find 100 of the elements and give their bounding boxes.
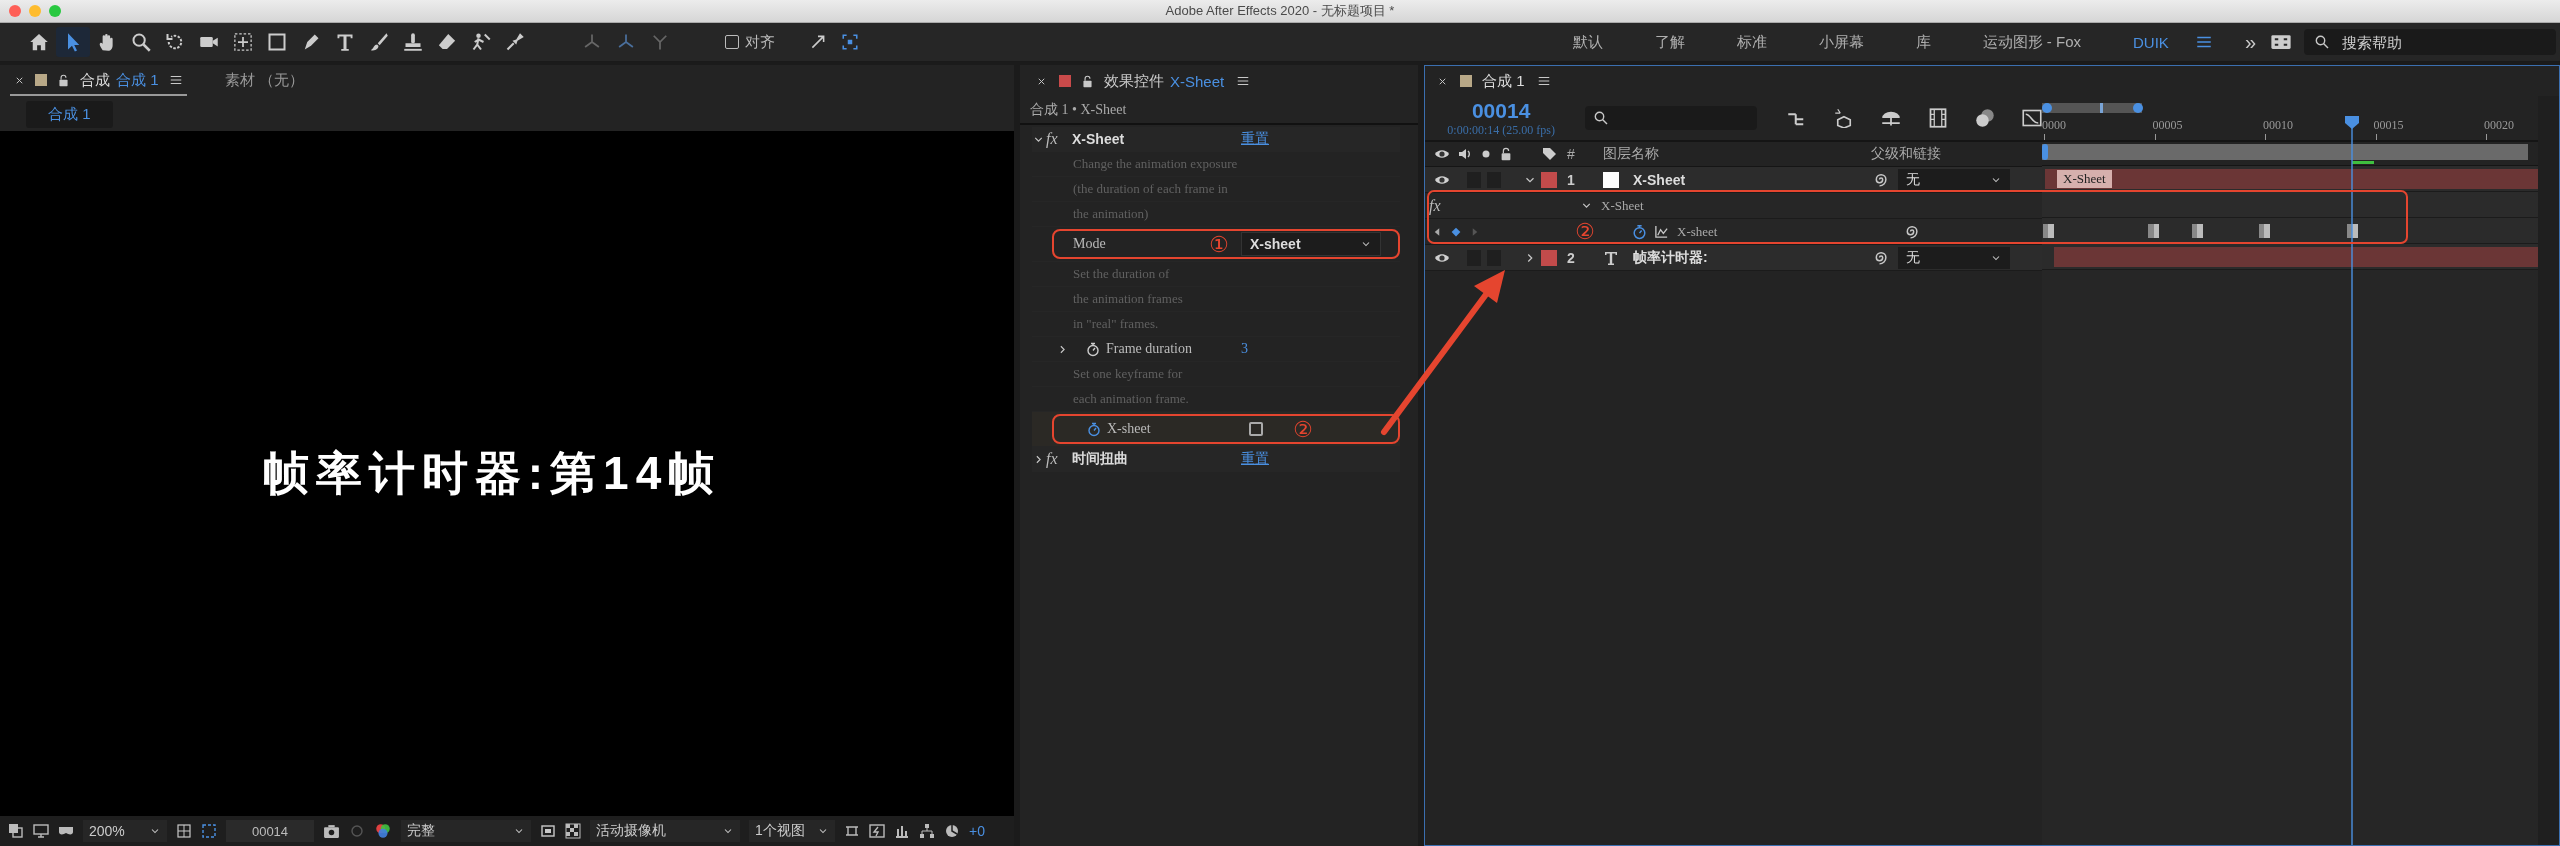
fx-label: fx (1046, 130, 1059, 148)
column-header: 图层名称 (1603, 145, 1659, 161)
playhead[interactable] (2345, 116, 2360, 845)
circles-icon[interactable] (1975, 108, 1995, 128)
color-channels-icon[interactable] (374, 822, 392, 840)
keyframe[interactable] (2042, 224, 2054, 238)
mode-dropdown[interactable]: X-sheet (1241, 232, 1381, 256)
exposure-value[interactable]: +0 (969, 823, 985, 839)
fx-label: fx (1429, 196, 1441, 214)
cache-indicator (2352, 160, 2375, 164)
composition-tab[interactable]: 合成 合成 1 (10, 66, 187, 96)
brush-icon[interactable] (369, 32, 389, 52)
viewer-text: 帧率计时器:第14帧 (262, 445, 722, 501)
selection-tool[interactable] (56, 27, 90, 57)
layer-number: 2 (1567, 249, 1575, 266)
effect-description: in "real" frames. (1072, 316, 1159, 332)
exposure-reset-icon[interactable] (944, 823, 960, 839)
workspace-tab[interactable]: 小屏幕 (1792, 32, 1890, 52)
transparency-grid-icon[interactable] (565, 823, 581, 839)
stamp-icon[interactable] (403, 32, 423, 52)
region-icon[interactable] (201, 823, 217, 839)
navigator-bar[interactable] (2042, 100, 2143, 116)
stopwatch-icon[interactable] (1085, 341, 1101, 357)
figure-icon[interactable] (471, 32, 491, 52)
effect-description: Change the animation exposure (1072, 156, 1238, 172)
axis-icon[interactable] (650, 32, 670, 52)
keyframe[interactable] (2148, 224, 2160, 238)
reset-link[interactable]: 重置 (1241, 450, 1269, 468)
property-label: X-sheet (1107, 421, 1151, 437)
parent-dropdown[interactable]: 无 (1898, 168, 2010, 191)
film-strip-icon[interactable] (1928, 108, 1948, 128)
camera-dropdown[interactable]: 活动摄像机 (590, 820, 740, 842)
current-time-field[interactable]: 00014 (226, 820, 314, 842)
snapshot-icon[interactable] (323, 822, 340, 840)
region-of-interest-icon[interactable] (540, 823, 556, 839)
footage-tab[interactable]: 素材 （无） (220, 66, 308, 96)
workspace-tab[interactable]: 默认 (1546, 32, 1629, 52)
column-header: 父级和链接 (1871, 145, 1941, 163)
monitor-icon[interactable] (33, 823, 49, 839)
rectangle-icon[interactable] (267, 32, 287, 52)
label-swatch[interactable] (1541, 249, 1557, 266)
dashed-square-icon[interactable] (233, 32, 253, 52)
snap-target-icon[interactable] (841, 33, 859, 51)
effect-controls-tab[interactable]: 效果控件 X-Sheet (1059, 71, 1225, 91)
layer-name[interactable]: X-Sheet (1633, 171, 1686, 188)
view-layout-dropdown[interactable]: 1个视图 (749, 820, 835, 842)
more-workspaces-button[interactable]: » (2236, 30, 2264, 54)
ruler-label: 00020 (2484, 118, 2514, 133)
current-time[interactable]: 00014 (1471, 98, 1531, 123)
help-search-field[interactable]: 搜索帮助 (2304, 29, 2556, 55)
checkbox[interactable] (1249, 422, 1263, 436)
property-value[interactable]: 3 (1241, 341, 1248, 357)
keyframe[interactable] (2192, 224, 2204, 238)
grid-icon[interactable] (176, 823, 192, 839)
effect-name: 时间扭曲 (1072, 450, 1128, 468)
layers-icon[interactable] (8, 823, 24, 839)
label-swatch[interactable] (1541, 171, 1557, 188)
layer-name[interactable]: 帧率计时器: (1633, 249, 1708, 265)
graph-icon[interactable] (1654, 224, 1669, 239)
pin-icon[interactable] (505, 32, 525, 52)
rotate-icon[interactable] (165, 32, 185, 52)
parent-dropdown[interactable]: 无 (1898, 246, 2010, 269)
snap-checkbox[interactable]: 对齐 (725, 32, 775, 52)
keyframe[interactable] (2258, 224, 2270, 238)
magnifier-icon[interactable] (131, 32, 151, 52)
panel-menu-icon[interactable] (1236, 74, 1251, 88)
pixel-aspect-icon[interactable] (844, 823, 860, 839)
timeline-tab[interactable]: 合成 1 (1460, 71, 1525, 91)
lock-icon[interactable] (57, 73, 70, 87)
flowchart-icon[interactable] (919, 823, 935, 839)
lock-icon[interactable] (1081, 74, 1094, 88)
curve-graph-icon[interactable] (2022, 108, 2042, 128)
stopwatch-icon[interactable] (1631, 223, 1648, 240)
timeline-icon[interactable] (894, 823, 910, 839)
type-icon[interactable] (335, 32, 355, 52)
workspace-tab[interactable]: 标准 (1710, 32, 1793, 52)
expand-icon[interactable] (809, 33, 827, 51)
composition-breadcrumb[interactable]: 合成 1 (26, 100, 113, 128)
effect-description: Set the duration of (1072, 266, 1170, 282)
magnification-dropdown[interactable]: 200% (83, 820, 167, 842)
layer-bar[interactable]: X-Sheet (2045, 168, 2538, 189)
ruler-label: 00005 (2152, 118, 2183, 133)
work-area-bar[interactable] (2042, 143, 2528, 160)
callout-number: ① (1209, 231, 1230, 257)
reset-link[interactable]: 重置 (1241, 130, 1269, 148)
workspace-tab[interactable]: 了解 (1628, 32, 1711, 52)
fast-preview-icon[interactable] (869, 823, 885, 839)
eraser-icon[interactable] (437, 32, 457, 52)
resolution-dropdown[interactable]: 完整 (401, 820, 531, 842)
stopwatch-icon[interactable] (1086, 421, 1102, 437)
panel-menu-icon[interactable] (1536, 74, 1551, 88)
workspace-tab[interactable]: DUIK (2107, 33, 2195, 51)
lock-icon (1499, 147, 1513, 161)
workspace-tab[interactable]: 库 (1889, 32, 1957, 52)
home-icon[interactable] (29, 32, 49, 52)
workspace-tab[interactable]: 运动图形 - Fox (1956, 32, 2108, 52)
panel-menu-icon[interactable] (168, 73, 183, 87)
layer-search-field[interactable] (1585, 106, 1757, 130)
cube-icon[interactable] (1834, 108, 1854, 128)
effect-name: X-Sheet (1072, 131, 1125, 147)
